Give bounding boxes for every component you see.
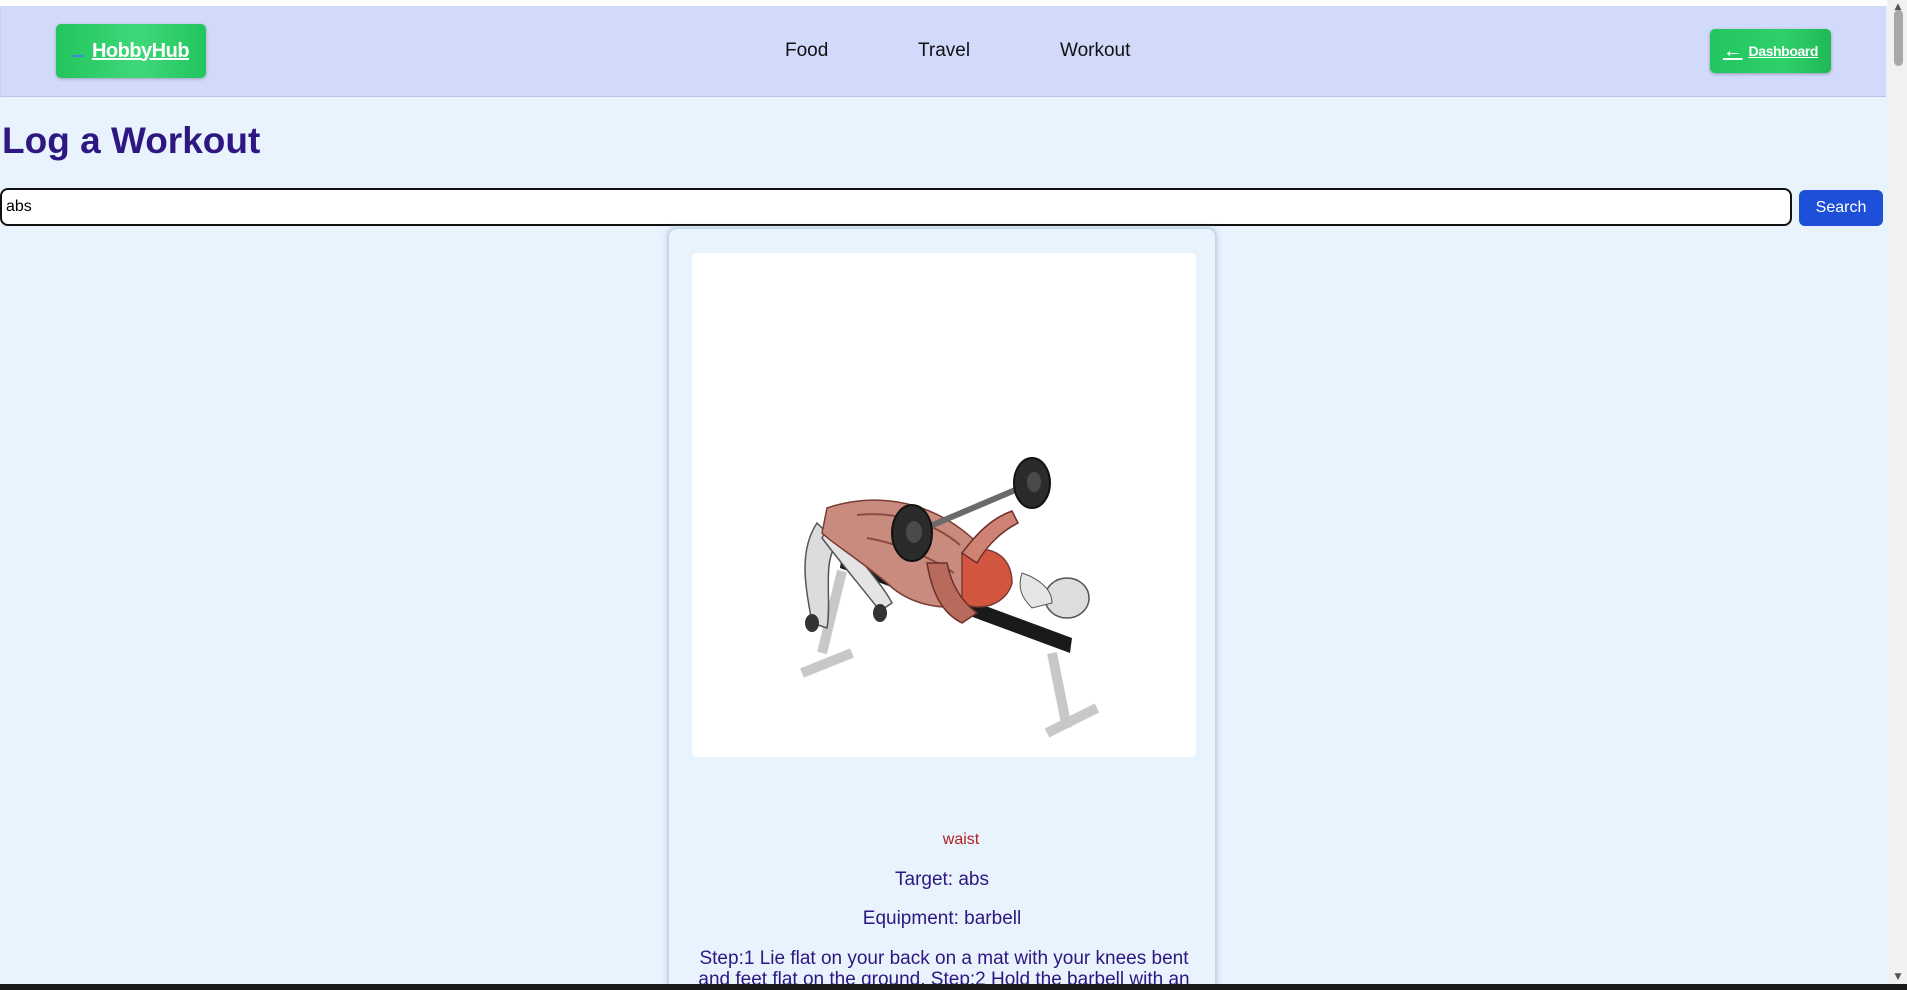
arrow-left-icon: ← [1722, 40, 1743, 62]
search-input[interactable] [0, 188, 1792, 226]
bottom-bar [0, 984, 1907, 990]
exercise-result-card: waist Target: abs Equipment: barbell Ste… [667, 227, 1217, 984]
exercise-steps: Step:1 Lie flat on your back on a mat wi… [698, 948, 1190, 984]
nav-link-workout[interactable]: Workout [1060, 40, 1130, 62]
scrollbar-thumb[interactable] [1894, 10, 1903, 66]
browser-viewport: HobbyHub Food Travel Workout ← Dashboard… [0, 0, 1887, 984]
exercise-image [692, 253, 1196, 757]
nav-link-food[interactable]: Food [785, 40, 828, 62]
page-title: Log a Workout [2, 120, 261, 161]
search-button[interactable]: Search [1799, 190, 1883, 226]
nav-links: Food Travel Workout [1, 6, 1886, 96]
navbar: HobbyHub Food Travel Workout ← Dashboard [0, 6, 1886, 97]
exercise-target: Target: abs [895, 869, 989, 890]
scroll-down-arrow-icon[interactable]: ▼ [1889, 970, 1907, 984]
dashboard-label: Dashboard [1748, 43, 1819, 59]
barbell-bench-exercise-illustration [800, 457, 1100, 738]
exercise-body-part: waist [942, 831, 980, 848]
nav-link-travel[interactable]: Travel [918, 40, 970, 62]
vertical-scrollbar[interactable]: ▲ ▼ [1889, 0, 1907, 984]
dashboard-button[interactable]: ← Dashboard [1710, 29, 1831, 73]
exercise-equipment: Equipment: barbell [862, 908, 1022, 929]
